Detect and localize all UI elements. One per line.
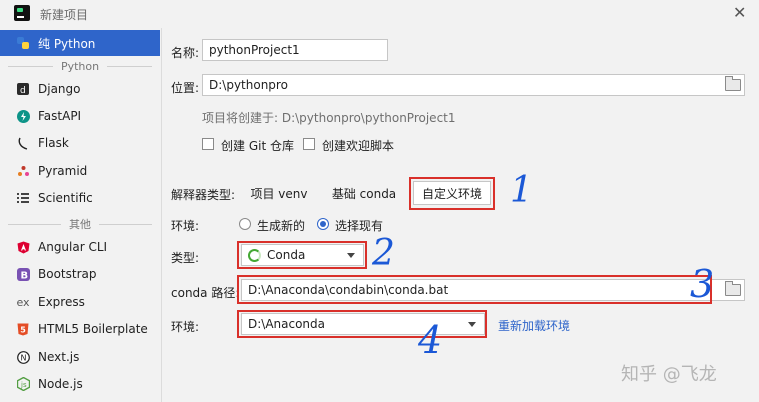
flask-icon xyxy=(16,136,30,150)
sidebar-item-nodejs[interactable]: js Node.js xyxy=(0,371,160,397)
folder-icon[interactable] xyxy=(722,280,744,300)
location-label: 位置: xyxy=(171,81,200,95)
tab-project-venv[interactable]: 项目 venv xyxy=(242,181,316,205)
create-git-label: 创建 Git 仓库 xyxy=(221,139,294,153)
radio-select-existing[interactable] xyxy=(317,218,329,230)
pyramid-icon xyxy=(16,164,30,178)
nextjs-icon: N xyxy=(16,350,30,364)
annotation-number-3: 3 xyxy=(690,262,715,306)
angular-icon xyxy=(16,240,30,254)
tab-custom-environment[interactable]: 自定义环境 xyxy=(413,181,491,205)
svg-text:js: js xyxy=(20,381,27,389)
svg-text:5: 5 xyxy=(20,325,26,334)
sidebar-item-pure-python[interactable]: 纯 Python xyxy=(0,30,160,56)
create-welcome-label: 创建欢迎脚本 xyxy=(322,139,395,153)
sidebar-item-nextjs[interactable]: N Next.js xyxy=(0,344,160,370)
svg-text:B: B xyxy=(20,270,28,281)
sidebar-item-label: Scientific xyxy=(38,191,93,205)
sidebar-item-label: Flask xyxy=(38,136,69,150)
conda-path-label: conda 路径: xyxy=(171,286,240,300)
radio-generate-new-label: 生成新的 xyxy=(257,219,306,233)
conda-path-input[interactable]: D:\Anaconda\condabin\conda.bat xyxy=(241,279,745,301)
create-git-checkbox[interactable] xyxy=(202,138,214,150)
sidebar-item-label: Django xyxy=(38,82,81,96)
sidebar-item-scientific[interactable]: Scientific xyxy=(0,185,160,211)
pycharm-app-icon xyxy=(14,5,30,21)
sidebar-item-label: Angular CLI xyxy=(38,240,108,254)
svg-text:N: N xyxy=(20,353,26,362)
section-python: Python xyxy=(0,59,160,73)
fastapi-icon xyxy=(16,109,30,123)
environment-select-value: D:\Anaconda xyxy=(248,317,326,331)
radio-select-existing-label: 选择现有 xyxy=(335,219,384,233)
sidebar-item-label: Bootstrap xyxy=(38,267,97,281)
sidebar-item-bootstrap[interactable]: B Bootstrap xyxy=(0,261,160,287)
sidebar-item-label: FastAPI xyxy=(38,109,82,123)
section-other: 其他 xyxy=(0,217,160,231)
name-label: 名称: xyxy=(171,46,200,60)
project-path-hint: 项目将创建于: D:\pythonpro\pythonProject1 xyxy=(202,111,456,125)
scientific-icon xyxy=(16,191,30,205)
sidebar-item-label: Pyramid xyxy=(38,164,88,178)
project-type-sidebar: 纯 Python Python d Django FastAPI Flask P… xyxy=(0,28,162,402)
radio-generate-new[interactable] xyxy=(239,218,251,230)
nodejs-icon: js xyxy=(16,377,30,391)
type-select[interactable]: Conda xyxy=(241,244,364,266)
chevron-down-icon xyxy=(347,253,355,258)
location-input[interactable]: D:\pythonpro xyxy=(202,74,745,96)
project-name-input[interactable]: pythonProject1 xyxy=(202,39,388,61)
close-icon[interactable]: ✕ xyxy=(733,3,746,22)
sidebar-item-label: Node.js xyxy=(38,377,83,391)
title-bar: 新建项目 ✕ xyxy=(0,0,759,28)
sidebar-item-label: Next.js xyxy=(38,350,80,364)
create-welcome-checkbox[interactable] xyxy=(303,138,315,150)
svg-text:d: d xyxy=(20,86,26,95)
sidebar-item-angular-cli[interactable]: Angular CLI xyxy=(0,234,160,260)
sidebar-item-label: 纯 Python xyxy=(38,36,96,51)
type-label: 类型: xyxy=(171,251,200,265)
environment-select-label: 环境: xyxy=(171,320,200,334)
window-title: 新建项目 xyxy=(40,8,89,22)
html5-icon: 5 xyxy=(16,322,30,336)
bootstrap-icon: B xyxy=(16,267,30,281)
interpreter-type-label: 解释器类型: xyxy=(171,188,236,202)
sidebar-item-express[interactable]: ex Express xyxy=(0,289,160,315)
environment-select[interactable]: D:\Anaconda xyxy=(241,313,485,335)
tab-base-conda[interactable]: 基础 conda xyxy=(322,181,406,205)
sidebar-item-flask[interactable]: Flask xyxy=(0,130,160,156)
sidebar-item-pyramid[interactable]: Pyramid xyxy=(0,158,160,184)
python-icon xyxy=(16,36,30,50)
environment-label: 环境: xyxy=(171,219,200,233)
sidebar-item-fastapi[interactable]: FastAPI xyxy=(0,103,160,129)
watermark: 知乎 @飞龙 xyxy=(621,364,717,385)
chevron-down-icon xyxy=(468,322,476,327)
annotation-number-2: 2 xyxy=(372,233,395,274)
conda-icon xyxy=(248,248,261,262)
annotation-number-1: 1 xyxy=(510,170,533,211)
sidebar-item-html5-boilerplate[interactable]: 5 HTML5 Boilerplate xyxy=(0,316,160,342)
sidebar-item-label: Express xyxy=(38,295,85,309)
folder-icon[interactable] xyxy=(722,75,744,95)
sidebar-item-label: HTML5 Boilerplate xyxy=(38,322,148,336)
express-icon: ex xyxy=(16,295,30,309)
type-select-value: Conda xyxy=(267,248,306,262)
django-icon: d xyxy=(16,82,30,96)
annotation-number-4: 4 xyxy=(418,318,443,362)
sidebar-item-django[interactable]: d Django xyxy=(0,76,160,102)
reload-environment-link[interactable]: 重新加载环境 xyxy=(498,317,570,334)
